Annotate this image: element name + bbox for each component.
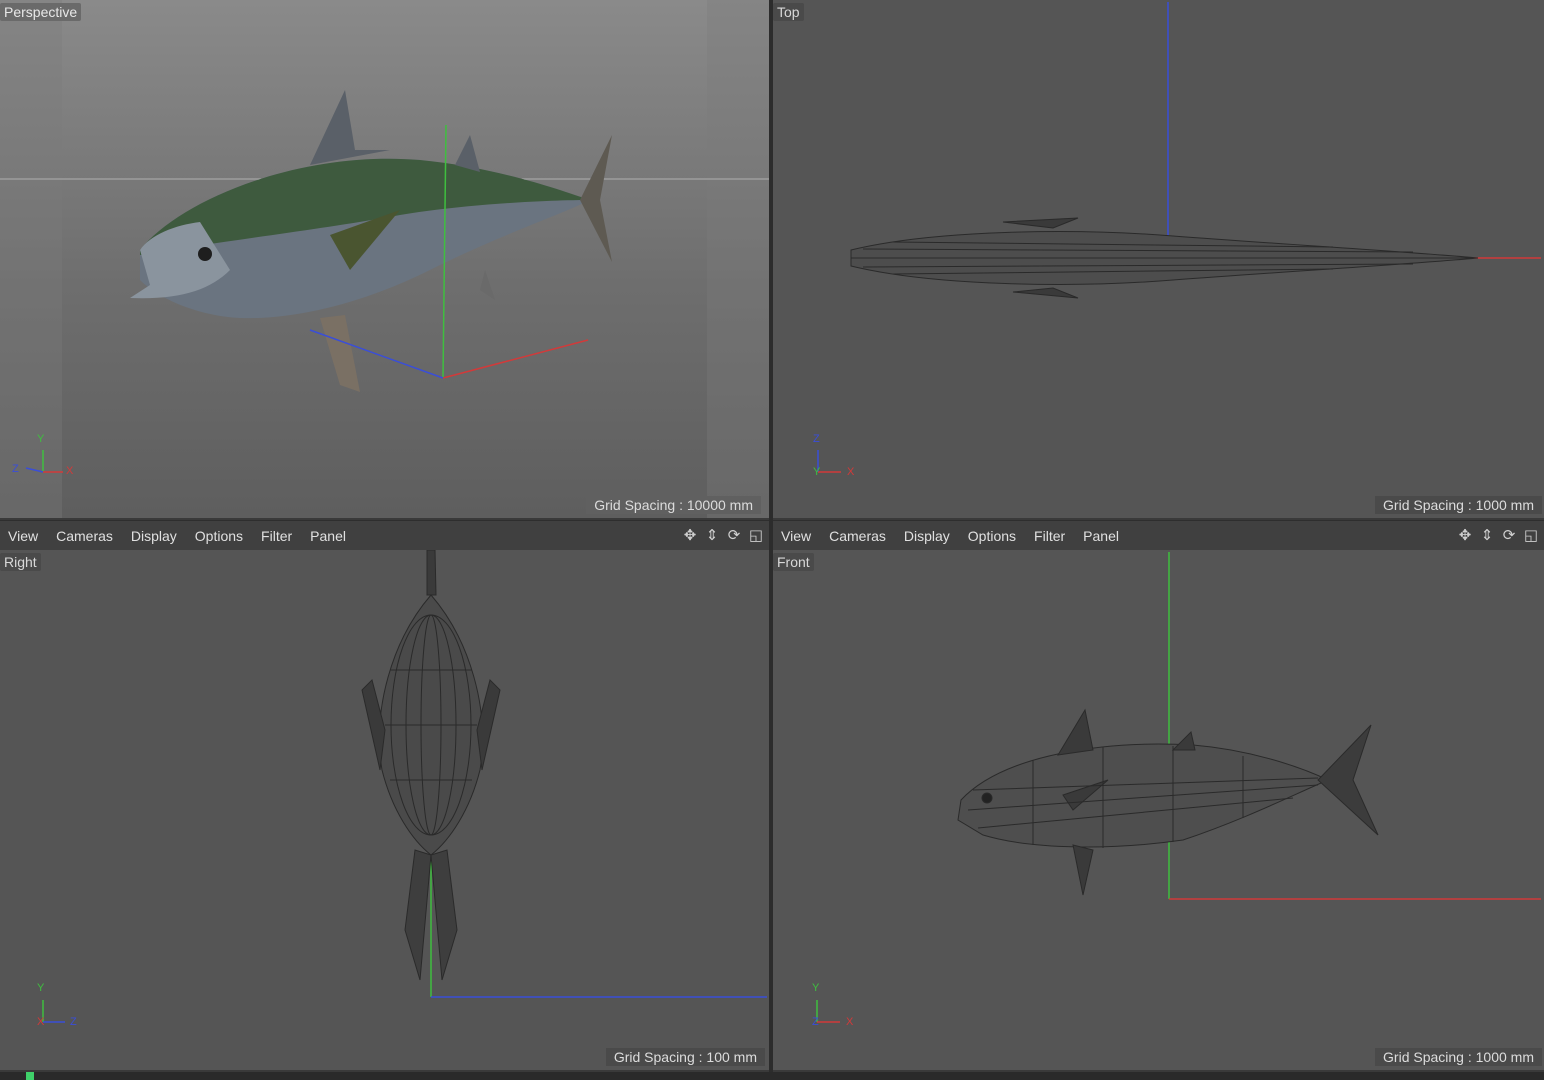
zoom-view-icon[interactable]: ⇕ <box>703 527 721 545</box>
front-scene <box>816 552 1541 1023</box>
grid-spacing-label: Grid Spacing : 1000 mm <box>1375 496 1542 514</box>
corner-axis-x-label: X <box>66 465 74 477</box>
axis-z-line <box>309 329 444 379</box>
viewport-title-front[interactable]: Front <box>773 553 814 571</box>
corner-axis-z-label: Z <box>812 1016 819 1028</box>
menu-view[interactable]: View <box>8 528 38 544</box>
menu-cameras[interactable]: Cameras <box>829 528 886 544</box>
corner-axis-x-label: X <box>37 1016 45 1028</box>
menu-display[interactable]: Display <box>131 528 177 544</box>
viewport-divider[interactable] <box>769 0 773 1080</box>
tuna-wireframe-front <box>957 708 1379 896</box>
tuna-wireframe-top <box>850 217 1479 299</box>
menu-filter[interactable]: Filter <box>1034 528 1065 544</box>
menu-options[interactable]: Options <box>968 528 1016 544</box>
menu-panel[interactable]: Panel <box>310 528 346 544</box>
perspective-scene <box>0 0 769 518</box>
viewport-title-top[interactable]: Top <box>773 3 804 21</box>
menu-display[interactable]: Display <box>904 528 950 544</box>
corner-axis-x-label: X <box>846 1016 854 1028</box>
rotate-view-icon[interactable]: ⟳ <box>1500 527 1518 545</box>
tuna-model <box>130 90 612 392</box>
toggle-layout-icon[interactable]: ◱ <box>1522 527 1540 545</box>
right-scene <box>42 550 767 1023</box>
grid-spacing-label: Grid Spacing : 100 mm <box>605 1048 765 1066</box>
grid-spacing-label: Grid Spacing : 1000 mm <box>1375 1048 1542 1066</box>
viewport-perspective[interactable]: Y Z X Perspective Grid Spacing : 10000 m… <box>0 0 769 518</box>
menu-cameras[interactable]: Cameras <box>56 528 113 544</box>
move-view-icon[interactable]: ✥ <box>681 527 699 545</box>
top-scene <box>817 2 1541 473</box>
corner-axis-z-label: Z <box>70 1016 77 1028</box>
corner-axis-z-label: Z <box>813 433 820 445</box>
viewport-title-right[interactable]: Right <box>0 553 41 571</box>
menu-view[interactable]: View <box>781 528 811 544</box>
viewport-menubar-right: View Cameras Display Options Filter Pane… <box>773 520 1544 552</box>
viewport-top[interactable]: Z Y X Top Grid Spacing : 1000 mm <box>773 0 1544 518</box>
corner-axis-x-label: X <box>847 466 855 478</box>
corner-axis-y-label: Y <box>37 982 45 994</box>
toggle-layout-icon[interactable]: ◱ <box>747 527 765 545</box>
zoom-view-icon[interactable]: ⇕ <box>1478 527 1496 545</box>
move-view-icon[interactable]: ✥ <box>1456 527 1474 545</box>
viewport-menubar-left: View Cameras Display Options Filter Pane… <box>0 520 769 552</box>
menu-filter[interactable]: Filter <box>261 528 292 544</box>
corner-axis-z-label: Z <box>12 463 19 475</box>
grid-spacing-label: Grid Spacing : 10000 mm <box>586 496 761 514</box>
corner-axis-y-label: Y <box>813 466 821 478</box>
corner-axis-y-label: Y <box>37 433 45 445</box>
timeline-bar[interactable] <box>0 1072 1544 1080</box>
axis-x-line <box>442 339 589 379</box>
viewport-right[interactable]: Y X Z Right Grid Spacing : 100 mm <box>0 550 769 1070</box>
rotate-view-icon[interactable]: ⟳ <box>725 527 743 545</box>
menu-options[interactable]: Options <box>195 528 243 544</box>
viewport-front[interactable]: Y Z X Front Grid Spacing : 1000 mm <box>773 550 1544 1070</box>
menu-panel[interactable]: Panel <box>1083 528 1119 544</box>
corner-axis-y-label: Y <box>812 982 820 994</box>
viewport-title-perspective[interactable]: Perspective <box>0 3 82 21</box>
timeline-playhead[interactable] <box>26 1072 34 1080</box>
